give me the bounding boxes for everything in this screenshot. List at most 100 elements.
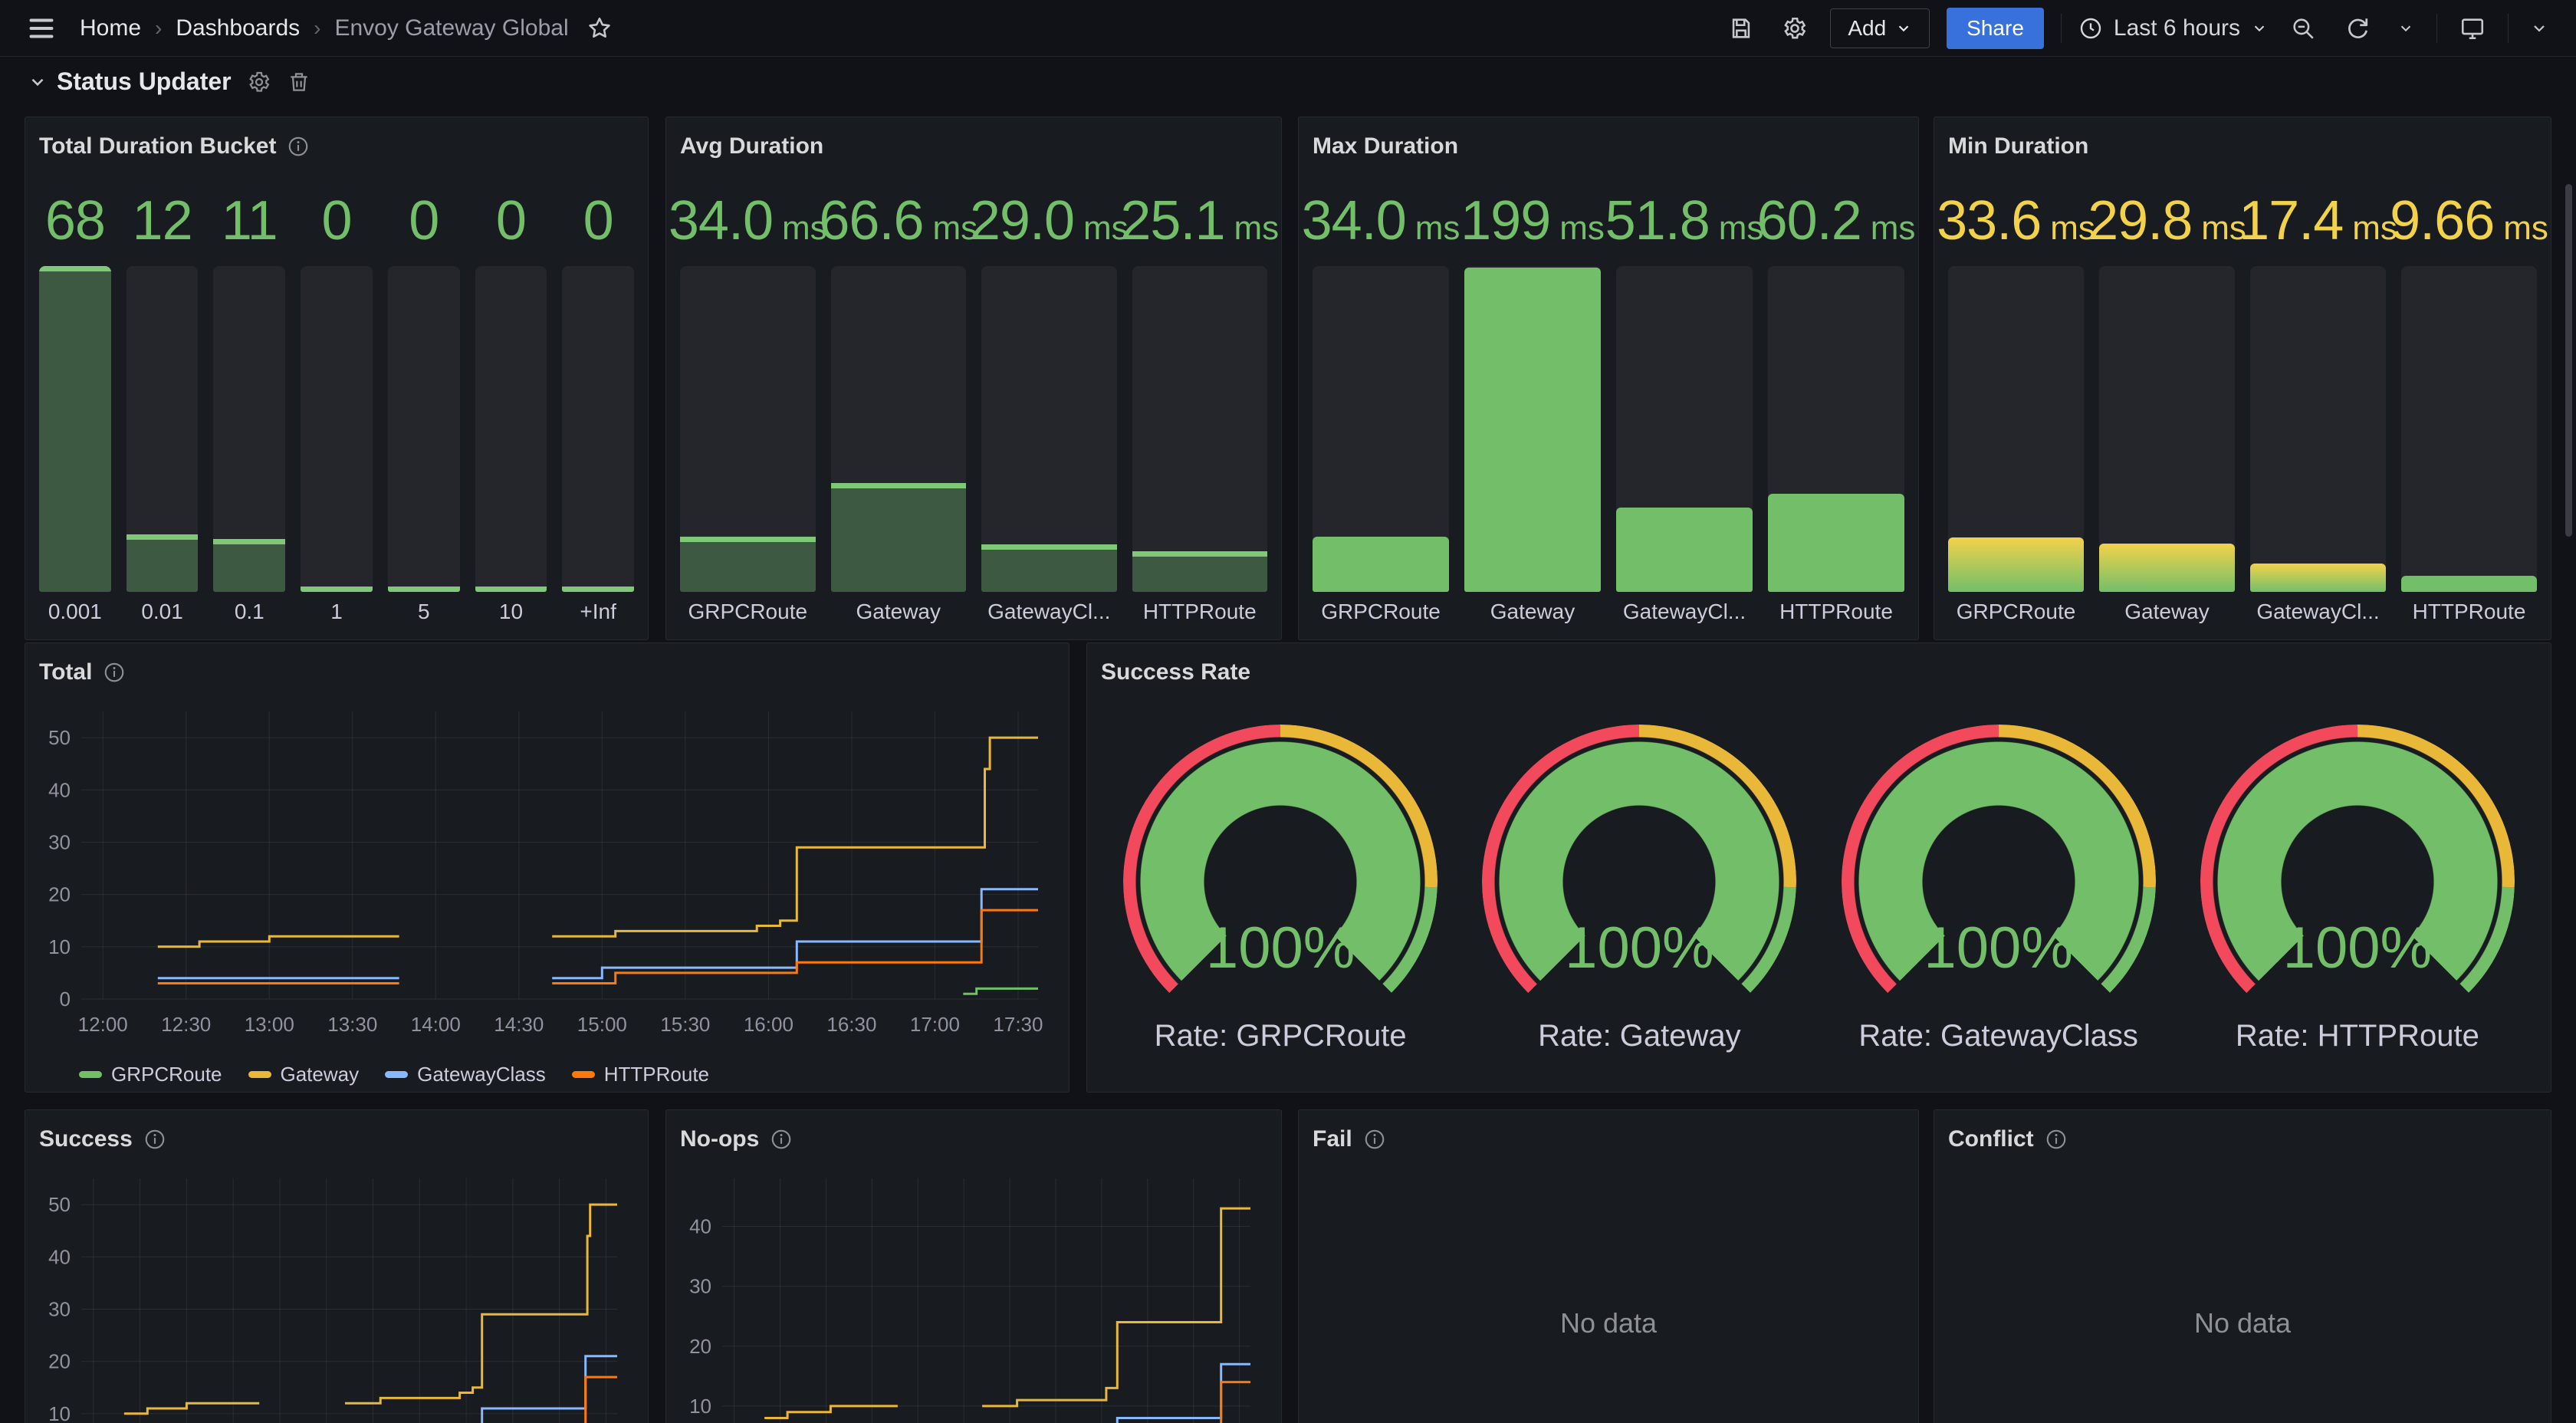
row-delete-trash-icon[interactable]: [287, 70, 311, 94]
row-toggle[interactable]: Status Updater: [28, 67, 232, 96]
legend-swatch: [385, 1071, 408, 1078]
panel-title: Success Rate: [1101, 659, 1250, 685]
menu-icon[interactable]: [23, 10, 60, 47]
save-dashboard-icon[interactable]: [1723, 10, 1760, 47]
bar-category-label: HTTPRoute: [1768, 592, 1904, 627]
breadcrumb-home[interactable]: Home: [80, 15, 141, 41]
bar-category-label: 1: [301, 592, 373, 627]
star-icon[interactable]: [583, 12, 616, 45]
breadcrumb: Home › Dashboards › Envoy Gateway Global: [80, 12, 616, 45]
bar-track: [213, 266, 285, 592]
bar-track: [1313, 266, 1449, 592]
bar-category-label: 0.001: [39, 592, 111, 627]
bar-value: 66.6ms: [831, 176, 967, 255]
series-line-gateway: [345, 1204, 617, 1403]
gauge: 100%: [1482, 725, 1796, 1039]
info-icon[interactable]: [770, 1128, 793, 1151]
info-icon[interactable]: [103, 661, 126, 684]
dashboard-settings-icon[interactable]: [1776, 10, 1813, 47]
kiosk-mode-icon[interactable]: [2454, 10, 2491, 47]
legend-item-httproute[interactable]: HTTPRoute: [572, 1063, 709, 1086]
bar-gauge-column: 9.66msHTTPRoute: [2401, 176, 2537, 627]
bar-gauge-column: 05: [388, 176, 460, 627]
panel-title: Total: [39, 659, 92, 685]
zoom-out-icon[interactable]: [2285, 10, 2321, 47]
add-button[interactable]: Add: [1830, 8, 1930, 48]
refresh-icon[interactable]: [2338, 10, 2375, 47]
info-icon[interactable]: [143, 1128, 166, 1151]
panel-header[interactable]: Avg Duration: [680, 128, 1267, 165]
x-axis-tick-label: 14:00: [411, 1013, 461, 1036]
bar-track: [2250, 266, 2386, 592]
bar-fill: [39, 266, 111, 592]
bar-value-number: 33.6: [1937, 189, 2041, 252]
panel-header[interactable]: Total: [39, 654, 1055, 691]
panel-title: Success: [39, 1126, 133, 1152]
legend-item-grpcroute[interactable]: GRPCRoute: [79, 1063, 222, 1086]
panel-header[interactable]: Fail: [1313, 1121, 1904, 1158]
bar-value-number: 0: [409, 189, 439, 252]
bar-value-number: 66.6: [819, 189, 923, 252]
panel-header[interactable]: Success Rate: [1101, 654, 2537, 691]
bar-gauge-column: 17.4msGatewayCl...: [2250, 176, 2386, 627]
refresh-interval-chevron-icon[interactable]: [2392, 10, 2420, 47]
y-axis-tick-label: 40: [689, 1215, 711, 1238]
bar-fill: [562, 587, 634, 592]
y-axis-tick-label: 50: [48, 726, 71, 749]
info-icon[interactable]: [1363, 1128, 1386, 1151]
bar-gauge: 34.0msGRPCRoute199msGateway51.8msGateway…: [1313, 176, 1904, 627]
bar-track: [2099, 266, 2235, 592]
breadcrumb-dashboards[interactable]: Dashboards: [176, 15, 300, 41]
panel-header[interactable]: Conflict: [1948, 1121, 2537, 1158]
panel-title: No-ops: [680, 1126, 759, 1152]
info-icon[interactable]: [2045, 1128, 2068, 1151]
bar-gauge-column: 51.8msGatewayCl...: [1616, 176, 1753, 627]
panel-header[interactable]: Total Duration Bucket: [39, 128, 634, 165]
bar-value-unit: ms: [2503, 209, 2548, 248]
toolbar-collapse-chevron-icon[interactable]: [2525, 10, 2553, 47]
y-axis-tick-label: 20: [48, 1350, 71, 1373]
x-axis-tick-label: 15:00: [577, 1013, 627, 1036]
bar-gauge-column: 29.0msGatewayCl...: [981, 176, 1117, 627]
share-button[interactable]: Share: [1947, 8, 2044, 49]
bar-value-number: 11: [222, 189, 278, 252]
panel-fail: Fail No data: [1298, 1109, 1919, 1423]
panel-header[interactable]: Success: [39, 1121, 634, 1158]
bar-gauge-column: 66.6msGateway: [831, 176, 967, 627]
bar-fill: [1948, 537, 2084, 592]
bar-category-label: GRPCRoute: [1948, 592, 2084, 627]
legend-item-gatewayclass[interactable]: GatewayClass: [385, 1063, 546, 1086]
grafana-dashboard: Home › Dashboards › Envoy Gateway Global…: [0, 0, 2576, 1423]
bar-value: 29.0ms: [981, 176, 1117, 255]
bar-value: 29.8ms: [2099, 176, 2235, 255]
gauge-value-arc: [1482, 725, 1796, 1039]
bar-value-number: 29.8: [2088, 189, 2192, 252]
bar-category-label: GRPCRoute: [1313, 592, 1449, 627]
bar-value: 25.1ms: [1132, 176, 1268, 255]
chevron-down-icon: [28, 72, 48, 92]
bar-value-number: 60.2: [1757, 189, 1861, 252]
bar-fill: [213, 539, 285, 592]
bar-value-number: 12: [133, 189, 192, 252]
panel-conflict: Conflict No data: [1934, 1109, 2551, 1423]
time-range-picker[interactable]: Last 6 hours: [2078, 15, 2268, 41]
bar-fill: [1313, 537, 1449, 592]
info-icon[interactable]: [287, 135, 310, 158]
y-axis-tick-label: 40: [48, 778, 71, 801]
bar-fill: [680, 537, 816, 592]
bar-gauge: 34.0msGRPCRoute66.6msGateway29.0msGatewa…: [680, 176, 1267, 627]
panel-header[interactable]: No-ops: [680, 1121, 1267, 1158]
y-axis-tick-label: 50: [48, 1193, 71, 1216]
x-axis-tick-label: 16:00: [744, 1013, 794, 1036]
panel-noops: No-ops 12:0012:3013:0013:3014:0014:3015:…: [665, 1109, 1282, 1423]
series-line-gateway: [552, 738, 1038, 936]
bar-category-label: GatewayCl...: [1616, 592, 1753, 627]
bar-track: [475, 266, 547, 592]
scrollbar-thumb[interactable]: [2565, 184, 2572, 537]
panel-header[interactable]: Min Duration: [1948, 128, 2537, 165]
bar-fill: [2099, 544, 2235, 592]
legend-item-gateway[interactable]: Gateway: [248, 1063, 360, 1086]
bar-value: 68: [39, 176, 111, 255]
panel-header[interactable]: Max Duration: [1313, 128, 1904, 165]
row-settings-gear-icon[interactable]: [247, 70, 271, 94]
